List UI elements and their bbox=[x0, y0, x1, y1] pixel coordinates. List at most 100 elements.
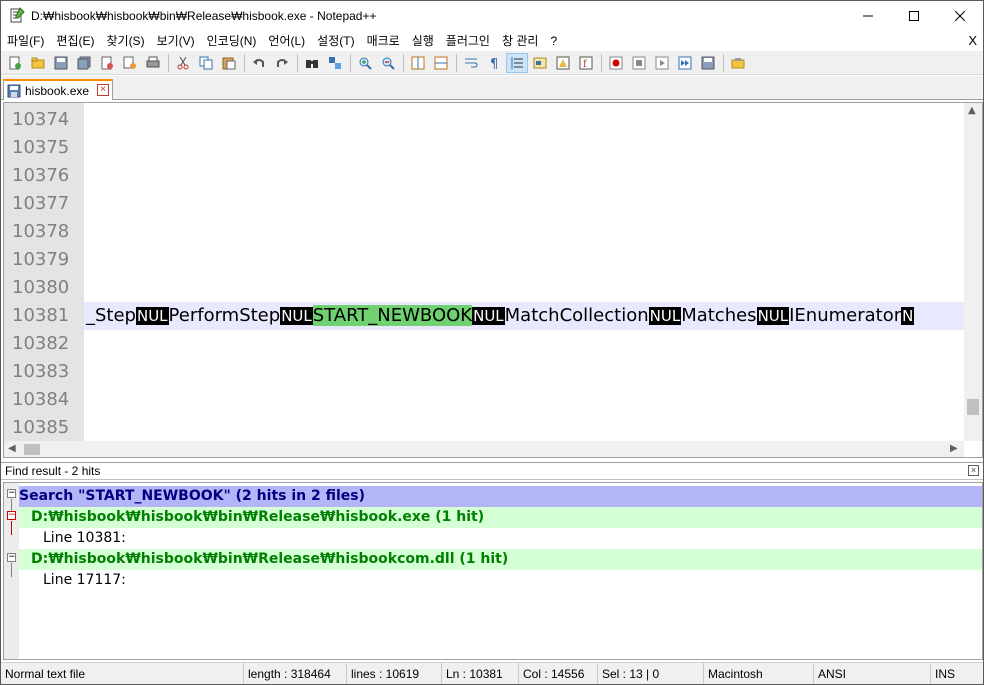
result-file-row[interactable]: D:₩hisbook₩hisbook₩bin₩Release₩hisbook.e… bbox=[19, 507, 982, 528]
result-hit-row[interactable]: Line 10381: bbox=[19, 528, 126, 549]
horizontal-scroll-thumb[interactable] bbox=[24, 444, 40, 455]
status-length: length : 318464 bbox=[244, 663, 347, 684]
scroll-left-icon[interactable]: ◀ bbox=[8, 443, 16, 454]
menu-run[interactable]: 실행 bbox=[406, 31, 440, 51]
save-button[interactable] bbox=[50, 53, 72, 73]
redo-button[interactable] bbox=[271, 53, 293, 73]
doc-map-button[interactable] bbox=[552, 53, 574, 73]
sync-horizontal-button[interactable] bbox=[430, 53, 452, 73]
maximize-button[interactable] bbox=[891, 1, 937, 31]
vertical-scroll-thumb[interactable] bbox=[967, 399, 979, 415]
fold-toggle-icon[interactable]: − bbox=[7, 511, 16, 520]
menu-edit[interactable]: 편집(E) bbox=[50, 31, 100, 51]
status-insert-mode[interactable]: INS bbox=[931, 663, 983, 684]
status-column: Col : 14556 bbox=[519, 663, 598, 684]
line-number: 10382 bbox=[12, 333, 70, 354]
paste-button[interactable] bbox=[218, 53, 240, 73]
saved-file-icon bbox=[7, 84, 21, 97]
open-file-button[interactable] bbox=[27, 53, 49, 73]
close-button[interactable] bbox=[937, 1, 983, 31]
find-result-panel[interactable]: − − − Search "START_NEWBOOK" (2 hits in … bbox=[3, 482, 983, 660]
toolbar-separator bbox=[350, 53, 351, 72]
scissors-icon bbox=[177, 56, 189, 69]
text-area[interactable]: _StepNULPerformStepNULSTART_NEWBOOKNULMa… bbox=[84, 103, 964, 441]
line-number-gutter: 10374 10375 10376 10377 10378 10379 1038… bbox=[4, 103, 84, 441]
stop-macro-button[interactable] bbox=[628, 53, 650, 73]
menu-language[interactable]: 언어(L) bbox=[262, 31, 311, 51]
run-macro-multiple-button[interactable] bbox=[674, 53, 696, 73]
plugin-button[interactable] bbox=[727, 53, 749, 73]
status-bar: Normal text file length : 318464 lines :… bbox=[1, 662, 983, 684]
save-icon bbox=[54, 56, 68, 69]
toolbar-separator bbox=[168, 53, 169, 72]
tab-close-icon[interactable]: × bbox=[97, 84, 109, 96]
menu-encoding[interactable]: 인코딩(N) bbox=[201, 31, 263, 51]
status-eol-format[interactable]: Macintosh bbox=[704, 663, 814, 684]
menu-file[interactable]: 파일(F) bbox=[1, 31, 50, 51]
vertical-scrollbar[interactable]: ▲ bbox=[964, 103, 982, 441]
line-number: 10375 bbox=[12, 137, 70, 158]
title-bar: D:₩hisbook₩hisbook₩bin₩Release₩hisbook.e… bbox=[1, 1, 983, 31]
undo-button[interactable] bbox=[248, 53, 270, 73]
udl-icon bbox=[533, 57, 547, 68]
word-wrap-button[interactable] bbox=[460, 53, 482, 73]
menu-view[interactable]: 보기(V) bbox=[151, 31, 201, 51]
maximize-icon bbox=[909, 11, 919, 21]
plugin-icon bbox=[731, 57, 745, 68]
search-match-highlight: START_NEWBOOK bbox=[312, 305, 473, 326]
redo-icon bbox=[277, 58, 288, 67]
menu-settings[interactable]: 설정(T) bbox=[311, 31, 360, 51]
fold-toggle-icon[interactable]: − bbox=[7, 553, 16, 562]
result-file-row[interactable]: D:₩hisbook₩hisbook₩bin₩Release₩hisbookco… bbox=[19, 549, 982, 570]
scroll-up-icon[interactable]: ▲ bbox=[968, 105, 976, 116]
horizontal-scrollbar[interactable]: ◀ ▶ bbox=[4, 441, 964, 457]
close-file-button[interactable] bbox=[96, 53, 118, 73]
print-button[interactable] bbox=[142, 53, 164, 73]
menu-help[interactable]: ? bbox=[544, 31, 563, 51]
search-summary-row[interactable]: Search "START_NEWBOOK" (2 hits in 2 file… bbox=[19, 486, 982, 507]
menu-window[interactable]: 창 관리 bbox=[496, 31, 544, 51]
play-macro-button[interactable] bbox=[651, 53, 673, 73]
status-encoding[interactable]: ANSI bbox=[814, 663, 931, 684]
show-all-chars-button[interactable]: ¶ bbox=[483, 53, 505, 73]
save-all-button[interactable] bbox=[73, 53, 95, 73]
find-button[interactable] bbox=[301, 53, 323, 73]
replace-button[interactable] bbox=[324, 53, 346, 73]
paste-icon bbox=[222, 57, 236, 69]
code-text: _Step bbox=[86, 305, 136, 326]
function-list-button[interactable]: f bbox=[575, 53, 597, 73]
close-document-button[interactable]: X bbox=[968, 33, 977, 48]
copy-button[interactable] bbox=[195, 53, 217, 73]
close-icon bbox=[954, 10, 966, 22]
menu-macro[interactable]: 매크로 bbox=[361, 31, 406, 51]
record-macro-button[interactable] bbox=[605, 53, 627, 73]
word-wrap-icon bbox=[465, 58, 478, 67]
code-line-10381[interactable]: _StepNULPerformStepNULSTART_NEWBOOKNULMa… bbox=[86, 302, 915, 330]
close-all-button[interactable] bbox=[119, 53, 141, 73]
editor-pane[interactable]: 10374 10375 10376 10377 10378 10379 1038… bbox=[3, 102, 983, 458]
record-icon bbox=[609, 56, 623, 69]
cut-button[interactable] bbox=[172, 53, 194, 73]
play-icon bbox=[655, 56, 669, 69]
tab-hisbook-exe[interactable]: hisbook.exe × bbox=[3, 79, 113, 100]
find-panel-close-icon[interactable]: × bbox=[968, 465, 979, 476]
menu-search[interactable]: 찾기(S) bbox=[100, 31, 150, 51]
toolbar-separator bbox=[403, 53, 404, 72]
line-number: 10377 bbox=[12, 193, 70, 214]
fold-toggle-icon[interactable]: − bbox=[7, 489, 16, 498]
result-hit-row[interactable]: Line 17117: bbox=[19, 570, 126, 591]
line-number: 10384 bbox=[12, 389, 70, 410]
zoom-out-button[interactable] bbox=[377, 53, 399, 73]
minimize-button[interactable] bbox=[845, 1, 891, 31]
scroll-right-icon[interactable]: ▶ bbox=[950, 443, 958, 454]
user-defined-lang-button[interactable] bbox=[529, 53, 551, 73]
indent-guide-button[interactable] bbox=[506, 52, 528, 73]
line-number: 10383 bbox=[12, 361, 70, 382]
minimize-icon bbox=[863, 15, 873, 17]
menu-plugins[interactable]: 플러그인 bbox=[440, 31, 496, 51]
save-macro-button[interactable] bbox=[697, 53, 719, 73]
zoom-in-button[interactable] bbox=[354, 53, 376, 73]
fold-margin: − − − bbox=[4, 483, 19, 659]
new-file-button[interactable] bbox=[4, 53, 26, 73]
sync-vertical-button[interactable] bbox=[407, 53, 429, 73]
